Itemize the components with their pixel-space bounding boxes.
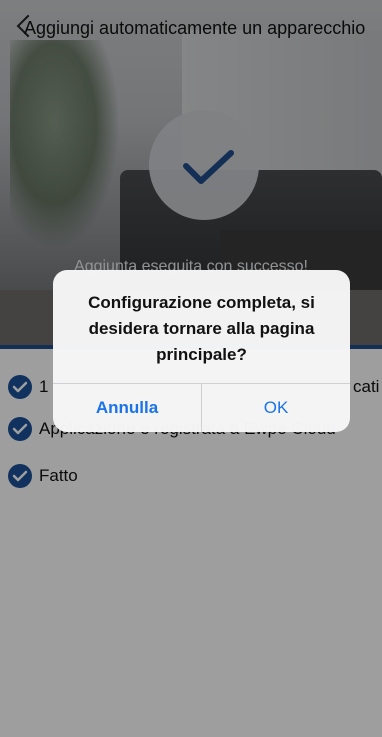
cancel-button[interactable]: Annulla [53,384,201,432]
dialog-message: Configurazione completa, si desidera tor… [88,293,315,364]
ok-button[interactable]: OK [202,384,350,432]
dialog-actions: Annulla OK [53,383,350,432]
confirm-dialog: Configurazione completa, si desidera tor… [53,270,350,432]
